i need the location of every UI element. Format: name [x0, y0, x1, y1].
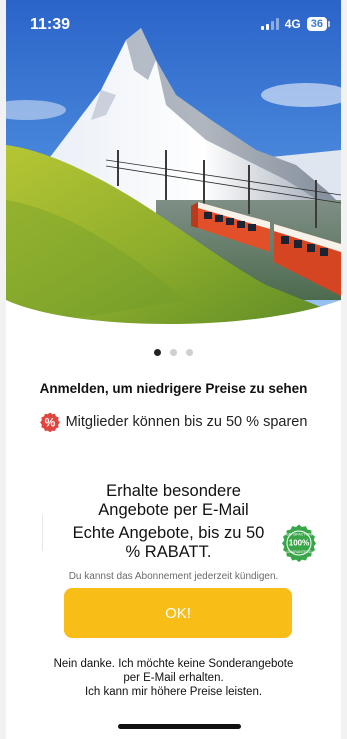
members-savings-text: Mitglieder können bis zu 50 % sparen	[65, 414, 308, 430]
network-label: 4G	[284, 17, 301, 31]
carousel-dot-1[interactable]	[154, 349, 161, 356]
seal-top-text: SATISFACTION	[286, 533, 312, 537]
satisfaction-seal-icon: SATISFACTION 100% GUARANTEED	[278, 522, 320, 564]
carousel-dot-3[interactable]	[186, 349, 193, 356]
hero-image[interactable]: 11:39 4G 36	[6, 0, 341, 330]
status-icons: 4G 36	[260, 17, 331, 31]
status-time: 11:39	[30, 16, 71, 33]
seal-bottom-text: GUARANTEED	[287, 550, 312, 554]
seal-center-text: 100%	[289, 539, 309, 548]
percent-badge-icon: %	[39, 412, 60, 433]
ok-button[interactable]: OK!	[64, 588, 292, 638]
decline-line-1: Nein danke. Ich möchte keine Sonderangeb…	[53, 658, 294, 670]
svg-text:%: %	[44, 416, 55, 430]
offer-subtitle-line-2: % RABATT.	[125, 543, 212, 561]
offer-title: Erhalte besondere Angebote per E-Mail	[6, 482, 341, 520]
signal-icon	[260, 18, 279, 30]
decline-line-3: Ich kann mir höhere Preise leisten.	[84, 686, 263, 698]
home-indicator[interactable]	[118, 724, 241, 729]
cancel-note: Du kannst das Abonnement jederzeit kündi…	[68, 571, 279, 582]
decline-line-2: per E-Mail erhalten.	[123, 672, 224, 684]
members-savings: % Mitglieder können bis zu 50 % sparen	[6, 412, 341, 433]
carousel-dot-2[interactable]	[170, 349, 177, 356]
offer-title-line-1: Erhalte besondere	[106, 482, 241, 500]
login-title: Anmelden, um niedrigere Preise zu sehen	[39, 381, 308, 396]
offer-subtitle: Echte Angebote, bis zu 50 % RABATT.	[46, 524, 291, 562]
decline-link[interactable]: Nein danke. Ich möchte keine Sonderangeb…	[26, 657, 321, 699]
app-screen: 11:39 4G 36 Anmelden, um niedrigere Prei…	[0, 0, 347, 739]
status-bar: 11:39 4G 36	[6, 0, 341, 44]
divider	[42, 515, 43, 551]
battery-icon: 36	[306, 17, 331, 31]
offer-subtitle-line-1: Echte Angebote, bis zu 50	[72, 524, 265, 542]
carousel-dots[interactable]	[6, 349, 341, 356]
matterhorn-train-photo	[6, 0, 341, 330]
offer-title-line-2: Angebote per E-Mail	[98, 501, 249, 519]
